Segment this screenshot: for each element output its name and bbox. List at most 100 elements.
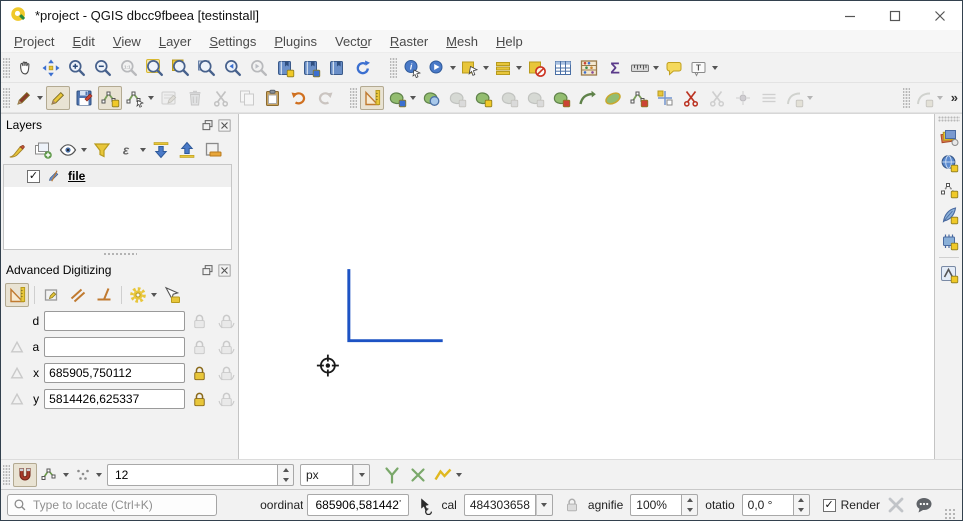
toolbar-grip[interactable] (3, 464, 10, 486)
scale-combo[interactable]: 484303658 (464, 494, 553, 516)
chevron-down-icon[interactable] (653, 66, 659, 70)
resize-grip[interactable] (944, 508, 956, 520)
chevron-down-icon[interactable] (516, 66, 522, 70)
cad-x-lock-icon[interactable] (188, 362, 211, 384)
locator-search[interactable] (7, 494, 217, 516)
snapping-topology-button[interactable] (72, 463, 103, 487)
chevron-down-icon[interactable] (410, 96, 416, 100)
new-mesh-layer-button[interactable] (937, 262, 961, 286)
identify-features-button[interactable]: i (400, 56, 424, 80)
toolbar-grip[interactable] (350, 87, 357, 109)
show-bookmark-manager-button[interactable] (325, 56, 349, 80)
fill-ring-button[interactable] (549, 86, 573, 110)
add-group-button[interactable] (31, 138, 55, 162)
menu-project[interactable]: Project (5, 32, 63, 51)
open-layer-styling-panel-button[interactable] (5, 138, 29, 162)
new-geopackage-layer-button[interactable] (937, 151, 961, 175)
vertex-tool-button[interactable] (124, 86, 155, 110)
toolbar-grip[interactable] (3, 57, 10, 79)
advanced-digitizing-float-button[interactable] (199, 262, 216, 278)
cad-y-lock-icon[interactable] (188, 388, 211, 410)
toolbar-overflow-button[interactable]: » (947, 90, 962, 105)
enable-advanced-digitizing-tools-button[interactable] (360, 86, 384, 110)
statistical-summary-button[interactable]: Σ (603, 56, 627, 80)
toggle-floater-button[interactable] (160, 283, 184, 307)
chevron-down-icon[interactable] (712, 66, 718, 70)
map-tips-button[interactable] (662, 56, 686, 80)
current-edits-button[interactable] (13, 86, 44, 110)
toolbar-grip[interactable] (3, 87, 10, 109)
undo-button[interactable] (287, 86, 311, 110)
layer-name[interactable]: file (68, 169, 85, 183)
save-layer-edits-button[interactable] (72, 86, 96, 110)
pan-to-selection-button[interactable] (39, 56, 63, 80)
new-annotation-layer-button[interactable] (937, 203, 961, 227)
chevron-down-icon[interactable] (450, 66, 456, 70)
menu-edit[interactable]: Edit (63, 32, 103, 51)
merge-selected-features-button[interactable] (679, 86, 703, 110)
menu-vector[interactable]: Vector (326, 32, 381, 51)
cad-settings-button[interactable] (127, 283, 158, 307)
add-line-feature-button[interactable] (98, 86, 122, 110)
menu-layer[interactable]: Layer (150, 32, 201, 51)
construction-mode-button[interactable] (40, 283, 64, 307)
paste-features-button[interactable] (261, 86, 285, 110)
pan-map-button[interactable] (13, 56, 37, 80)
refresh-map-button[interactable] (351, 56, 375, 80)
layers-list[interactable]: file (3, 164, 232, 250)
advanced-digitizing-close-button[interactable] (216, 262, 233, 278)
zoom-to-selection-button[interactable] (169, 56, 193, 80)
snapping-tolerance-input[interactable] (113, 467, 272, 483)
toolbar-grip[interactable] (903, 87, 910, 109)
new-spatial-bookmark-button[interactable] (273, 56, 297, 80)
extent-tracking-icon[interactable] (413, 493, 437, 517)
chevron-down-icon[interactable] (81, 148, 87, 152)
spinner-arrows[interactable] (278, 464, 294, 486)
zoom-full-extent-button[interactable] (143, 56, 167, 80)
chevron-down-icon[interactable] (807, 96, 813, 100)
layer-item-file[interactable]: file (4, 165, 231, 187)
snapping-units-combo[interactable]: px (300, 464, 370, 486)
parallel-constraint-button[interactable] (66, 283, 90, 307)
chevron-down-icon[interactable] (483, 66, 489, 70)
chevron-down-icon[interactable] (937, 96, 943, 100)
layers-panel-float-button[interactable] (199, 117, 216, 133)
messages-icon[interactable] (912, 493, 936, 517)
render-toggle[interactable]: Render (823, 498, 880, 512)
new-shapefile-layer-button[interactable] (937, 125, 961, 149)
chevron-down-icon[interactable] (63, 473, 69, 477)
copy-and-move-features-button[interactable] (419, 86, 443, 110)
snapping-on-intersection-button[interactable] (406, 463, 430, 487)
cad-y-input[interactable] (44, 389, 185, 409)
chevron-down-icon[interactable] (140, 148, 146, 152)
simplify-feature-button[interactable] (471, 86, 495, 110)
menu-raster[interactable]: Raster (381, 32, 437, 51)
toolbar-grip[interactable] (390, 57, 397, 79)
open-field-calculator-button[interactable] (577, 56, 601, 80)
split-features-button[interactable] (627, 86, 651, 110)
chevron-down-icon[interactable] (456, 473, 462, 477)
zoom-last-button[interactable] (221, 56, 245, 80)
collapse-all-button[interactable] (175, 138, 199, 162)
manage-map-themes-button[interactable] (57, 138, 88, 162)
locator-input[interactable] (31, 497, 211, 513)
spinner-arrows[interactable] (794, 494, 810, 516)
menu-settings[interactable]: Settings (200, 32, 265, 51)
layers-panel-close-button[interactable] (216, 117, 233, 133)
magnifier-spinbox[interactable]: 100% (630, 494, 698, 516)
text-annotation-button[interactable]: T (688, 56, 719, 80)
chevron-down-icon[interactable] (148, 96, 154, 100)
cad-a-input[interactable] (44, 337, 185, 357)
reshape-features-button[interactable] (601, 86, 625, 110)
spinner-arrows[interactable] (682, 494, 698, 516)
perpendicular-constraint-button[interactable] (92, 283, 116, 307)
select-features-button[interactable] (459, 56, 490, 80)
toggle-editing-button[interactable] (46, 86, 70, 110)
close-button[interactable] (917, 1, 962, 30)
deselect-features-button[interactable] (525, 56, 549, 80)
render-checkbox[interactable] (823, 499, 836, 512)
measure-line-button[interactable] (629, 56, 660, 80)
chevron-down-icon[interactable] (151, 293, 157, 297)
chevron-down-icon[interactable] (96, 473, 102, 477)
snapping-mode-button[interactable] (39, 463, 70, 487)
